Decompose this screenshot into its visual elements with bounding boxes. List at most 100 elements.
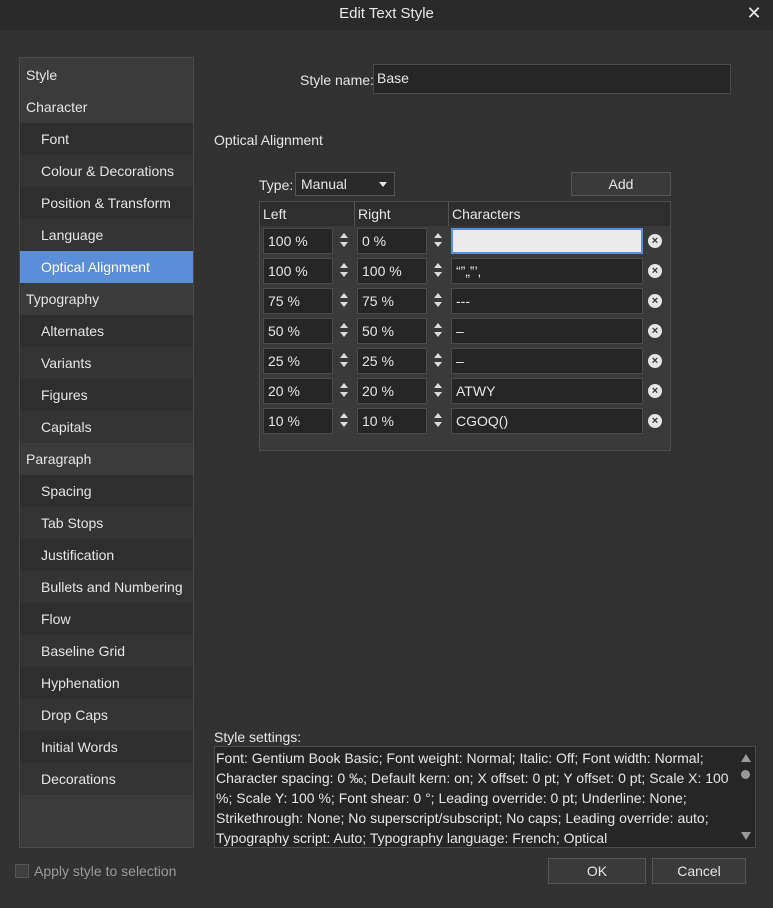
stepper-up-icon[interactable]: [434, 353, 442, 358]
right-value-input[interactable]: 100 %: [357, 258, 427, 284]
left-value-input[interactable]: 10 %: [263, 408, 333, 434]
sidebar-item-spacing[interactable]: Spacing: [20, 475, 193, 507]
sidebar-item-paragraph[interactable]: Paragraph: [20, 443, 193, 475]
characters-input[interactable]: CGOQ(): [451, 408, 643, 434]
sidebar-item-colour-decorations[interactable]: Colour & Decorations: [20, 155, 193, 187]
right-value-input[interactable]: 75 %: [357, 288, 427, 314]
settings-scrollbar[interactable]: [736, 748, 754, 846]
stepper-up-icon[interactable]: [434, 293, 442, 298]
left-value-input[interactable]: 20 %: [263, 378, 333, 404]
remove-row-icon[interactable]: ×: [648, 414, 662, 428]
stepper-up-icon[interactable]: [434, 383, 442, 388]
sidebar-item-style[interactable]: Style: [20, 59, 193, 91]
right-stepper[interactable]: [432, 231, 444, 251]
scroll-thumb[interactable]: [741, 770, 750, 779]
right-value-input[interactable]: 25 %: [357, 348, 427, 374]
stepper-up-icon[interactable]: [434, 413, 442, 418]
sidebar-item-figures[interactable]: Figures: [20, 379, 193, 411]
sidebar-item-decorations[interactable]: Decorations: [20, 763, 193, 795]
stepper-up-icon[interactable]: [340, 293, 348, 298]
sidebar-item-capitals[interactable]: Capitals: [20, 411, 193, 443]
close-icon[interactable]: ✕: [743, 2, 765, 24]
left-stepper[interactable]: [338, 321, 350, 341]
characters-input[interactable]: ATWY: [451, 378, 643, 404]
style-settings-text[interactable]: Font: Gentium Book Basic; Font weight: N…: [214, 746, 756, 848]
sidebar-item-alternates[interactable]: Alternates: [20, 315, 193, 347]
scroll-down-icon[interactable]: [741, 832, 751, 840]
right-value-input[interactable]: 50 %: [357, 318, 427, 344]
stepper-up-icon[interactable]: [434, 233, 442, 238]
stepper-down-icon[interactable]: [434, 332, 442, 337]
stepper-down-icon[interactable]: [434, 272, 442, 277]
remove-row-icon[interactable]: ×: [648, 354, 662, 368]
right-value-input[interactable]: 0 %: [357, 228, 427, 254]
sidebar-item-language[interactable]: Language: [20, 219, 193, 251]
remove-row-icon[interactable]: ×: [648, 294, 662, 308]
stepper-up-icon[interactable]: [340, 413, 348, 418]
stepper-down-icon[interactable]: [434, 362, 442, 367]
characters-input[interactable]: “”„‟’‚: [451, 258, 643, 284]
right-value-input[interactable]: 20 %: [357, 378, 427, 404]
stepper-down-icon[interactable]: [340, 422, 348, 427]
stepper-down-icon[interactable]: [340, 242, 348, 247]
sidebar-item-typography[interactable]: Typography: [20, 283, 193, 315]
sidebar-item-hyphenation[interactable]: Hyphenation: [20, 667, 193, 699]
left-stepper[interactable]: [338, 261, 350, 281]
left-stepper[interactable]: [338, 231, 350, 251]
stepper-down-icon[interactable]: [340, 362, 348, 367]
right-stepper[interactable]: [432, 381, 444, 401]
remove-row-icon[interactable]: ×: [648, 234, 662, 248]
characters-input[interactable]: [451, 228, 643, 254]
ok-button[interactable]: OK: [548, 858, 646, 884]
sidebar-item-bullets-and-numbering[interactable]: Bullets and Numbering: [20, 571, 193, 603]
stepper-down-icon[interactable]: [340, 392, 348, 397]
characters-input[interactable]: ---: [451, 288, 643, 314]
sidebar-item-justification[interactable]: Justification: [20, 539, 193, 571]
stepper-down-icon[interactable]: [434, 242, 442, 247]
left-value-input[interactable]: 75 %: [263, 288, 333, 314]
left-stepper[interactable]: [338, 351, 350, 371]
sidebar-item-optical-alignment[interactable]: Optical Alignment: [20, 251, 193, 283]
sidebar-item-character[interactable]: Character: [20, 91, 193, 123]
remove-row-icon[interactable]: ×: [648, 384, 662, 398]
scroll-up-icon[interactable]: [741, 754, 751, 762]
stepper-up-icon[interactable]: [340, 383, 348, 388]
stepper-up-icon[interactable]: [340, 323, 348, 328]
right-stepper[interactable]: [432, 261, 444, 281]
left-stepper[interactable]: [338, 411, 350, 431]
stepper-up-icon[interactable]: [340, 263, 348, 268]
stepper-up-icon[interactable]: [340, 233, 348, 238]
sidebar-item-variants[interactable]: Variants: [20, 347, 193, 379]
stepper-down-icon[interactable]: [340, 272, 348, 277]
left-stepper[interactable]: [338, 291, 350, 311]
sidebar-item-drop-caps[interactable]: Drop Caps: [20, 699, 193, 731]
left-value-input[interactable]: 25 %: [263, 348, 333, 374]
characters-input[interactable]: –: [451, 318, 643, 344]
sidebar-item-position-transform[interactable]: Position & Transform: [20, 187, 193, 219]
characters-input[interactable]: –: [451, 348, 643, 374]
right-value-input[interactable]: 10 %: [357, 408, 427, 434]
left-value-input[interactable]: 100 %: [263, 258, 333, 284]
stepper-down-icon[interactable]: [340, 332, 348, 337]
sidebar-item-font[interactable]: Font: [20, 123, 193, 155]
add-button[interactable]: Add: [571, 172, 671, 196]
stepper-up-icon[interactable]: [434, 323, 442, 328]
right-stepper[interactable]: [432, 411, 444, 431]
apply-style-checkbox[interactable]: [15, 864, 29, 878]
right-stepper[interactable]: [432, 291, 444, 311]
stepper-down-icon[interactable]: [434, 392, 442, 397]
sidebar-item-tab-stops[interactable]: Tab Stops: [20, 507, 193, 539]
remove-row-icon[interactable]: ×: [648, 264, 662, 278]
left-value-input[interactable]: 50 %: [263, 318, 333, 344]
remove-row-icon[interactable]: ×: [648, 324, 662, 338]
style-name-input[interactable]: Base: [373, 64, 731, 94]
stepper-up-icon[interactable]: [340, 353, 348, 358]
type-select[interactable]: Manual: [295, 172, 395, 196]
right-stepper[interactable]: [432, 321, 444, 341]
stepper-down-icon[interactable]: [340, 302, 348, 307]
stepper-down-icon[interactable]: [434, 422, 442, 427]
stepper-down-icon[interactable]: [434, 302, 442, 307]
sidebar-item-baseline-grid[interactable]: Baseline Grid: [20, 635, 193, 667]
right-stepper[interactable]: [432, 351, 444, 371]
sidebar-item-initial-words[interactable]: Initial Words: [20, 731, 193, 763]
